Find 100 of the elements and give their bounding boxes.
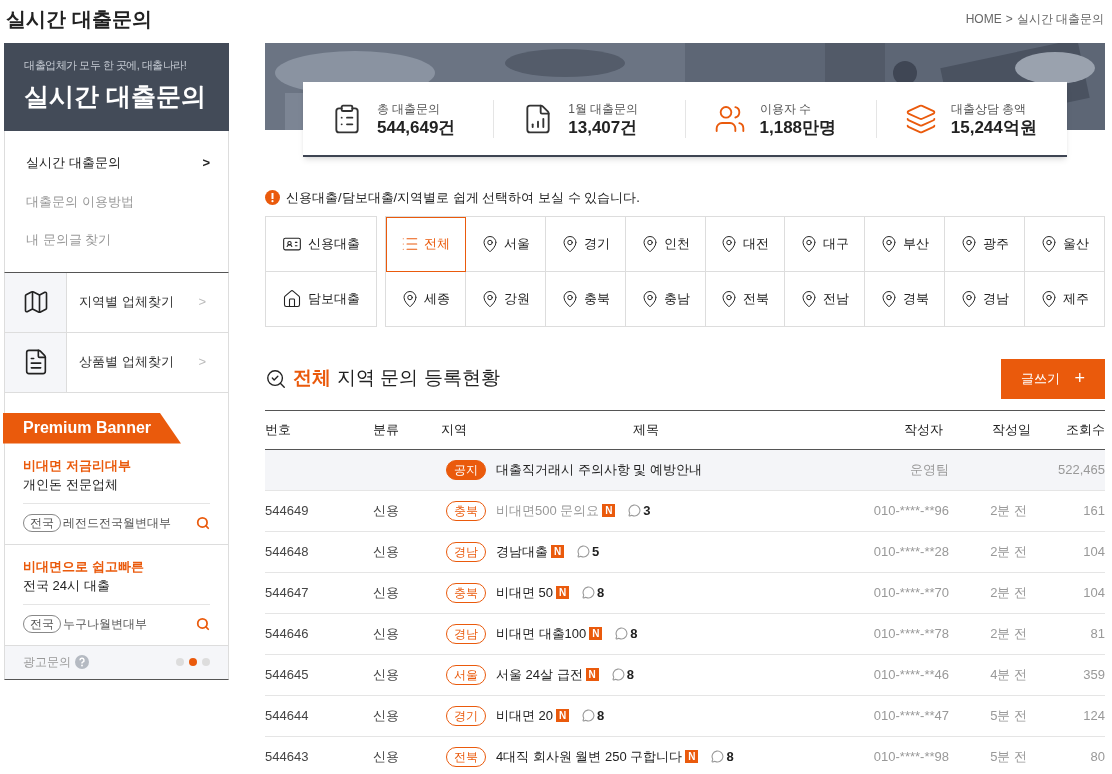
region-tab[interactable]: 경기 bbox=[545, 216, 626, 272]
region-tab[interactable]: 충북 bbox=[545, 271, 626, 327]
new-badge: N bbox=[551, 545, 564, 558]
post-title[interactable]: 비대면 50 bbox=[496, 582, 554, 603]
author-cell-text: 010-****-**46 bbox=[872, 665, 950, 684]
views-cell-text: 161 bbox=[1082, 501, 1105, 520]
help-icon[interactable] bbox=[75, 655, 89, 669]
stat-value: 15,244억원 bbox=[950, 117, 1037, 138]
author-cell-text: 010-****-**78 bbox=[872, 624, 950, 643]
region-tab[interactable]: 경북 bbox=[865, 271, 946, 327]
comment-count: 8 bbox=[626, 665, 634, 684]
map-pin-icon bbox=[800, 234, 819, 253]
number-cell-text: 544644 bbox=[265, 706, 310, 725]
map-pin-icon bbox=[800, 289, 819, 308]
region-tab[interactable]: 광주 bbox=[945, 216, 1026, 272]
number-cell-text: 544649 bbox=[265, 501, 310, 520]
date-cell-text: 5분 전 bbox=[989, 706, 1028, 725]
finder-link[interactable]: 상품별 업체찾기 > bbox=[5, 332, 228, 393]
region-tab[interactable]: 부산 bbox=[865, 216, 946, 272]
breadcrumb-current: 실시간 대출문의 bbox=[1016, 11, 1104, 28]
category-cell-text: 신용 bbox=[372, 624, 400, 643]
region-tab[interactable]: 대구 bbox=[785, 216, 866, 272]
region-tab[interactable]: 전남 bbox=[785, 271, 866, 327]
author-cell-text: 010-****-**47 bbox=[872, 706, 950, 725]
category-cell-text: 신용 bbox=[372, 665, 400, 684]
column-header: 제목 bbox=[631, 420, 660, 439]
map-pin-icon bbox=[560, 289, 579, 308]
board-title: 지역 문의 등록현황 bbox=[337, 366, 500, 391]
comment-count: 8 bbox=[597, 706, 605, 725]
comment-count: 8 bbox=[726, 747, 734, 766]
map-pin-icon bbox=[560, 234, 579, 253]
region-tab[interactable]: 전체 bbox=[386, 216, 466, 272]
column-header: 지역 bbox=[439, 420, 468, 439]
views-cell-text: 80 bbox=[1089, 747, 1105, 766]
sidebar-tagline: 대출업체가 모두 한 곳에, 대출나라! bbox=[24, 58, 188, 73]
search-icon[interactable] bbox=[196, 515, 210, 530]
comment-count: 3 bbox=[643, 501, 651, 520]
post-title[interactable]: 대출직거래시 주의사항 및 예방안내 bbox=[496, 459, 702, 480]
comment-icon bbox=[577, 545, 590, 558]
ad-headline[interactable]: 비대면 저금리대부 bbox=[23, 455, 210, 475]
author-cell-text: 010-****-**98 bbox=[872, 747, 950, 766]
region-tab[interactable]: 충남 bbox=[625, 271, 706, 327]
date-cell-text: 5분 전 bbox=[989, 747, 1028, 766]
ad-company: 누구나월변대부 bbox=[63, 615, 148, 633]
ad-headline[interactable]: 비대면으로 쉽고빠른 bbox=[23, 556, 210, 576]
loan-type-tab[interactable]: 담보대출 bbox=[266, 271, 377, 327]
date-cell-text: 4분 전 bbox=[989, 665, 1028, 684]
comment-count: 8 bbox=[597, 583, 605, 602]
region-tab[interactable]: 대전 bbox=[705, 216, 786, 272]
date-cell-text: 2분 전 bbox=[989, 583, 1028, 602]
comment-icon bbox=[615, 627, 629, 640]
number-cell-text: 544646 bbox=[265, 624, 310, 643]
region-tab[interactable]: 강원 bbox=[465, 271, 546, 327]
sidebar-menu-item[interactable]: 실시간 대출문의 > bbox=[5, 153, 228, 173]
post-title[interactable]: 서울 24살 급전 bbox=[496, 664, 583, 685]
post-title[interactable]: 4대직 회사원 월변 250 구합니다 bbox=[496, 746, 683, 767]
breadcrumb-link[interactable]: HOME bbox=[965, 10, 1002, 28]
alert-icon bbox=[265, 190, 280, 206]
new-badge: N bbox=[556, 709, 570, 722]
region-tab[interactable]: 경남 bbox=[945, 271, 1026, 327]
page-title: 실시간 대출문의 bbox=[6, 7, 152, 32]
loan-type-tab[interactable]: 신용대출 bbox=[266, 216, 377, 272]
map-pin-icon bbox=[880, 234, 899, 253]
comment-count: 8 bbox=[630, 624, 638, 643]
map-pin-icon bbox=[720, 234, 739, 253]
stack-icon bbox=[904, 102, 937, 135]
map-pin-icon bbox=[480, 289, 499, 308]
write-button[interactable]: 글쓰기 + bbox=[1001, 358, 1105, 399]
region-tab[interactable]: 전북 bbox=[705, 271, 786, 327]
column-header: 작성일 bbox=[991, 420, 1032, 439]
region-tab[interactable]: 서울 bbox=[465, 216, 546, 272]
category-cell-text: 신용 bbox=[372, 706, 400, 725]
date-cell-text: 2분 전 bbox=[989, 501, 1028, 520]
author-cell-text: 운영팀 bbox=[909, 460, 950, 479]
date-cell-text: 2분 전 bbox=[989, 624, 1028, 643]
views-cell-text: 81 bbox=[1089, 624, 1105, 643]
new-badge: N bbox=[602, 504, 616, 517]
region-tab[interactable]: 울산 bbox=[1025, 216, 1105, 272]
stat-value: 13,407건 bbox=[568, 117, 639, 138]
finder-link[interactable]: 지역별 업체찾기 > bbox=[5, 272, 228, 333]
map-pin-icon bbox=[640, 234, 659, 253]
ad-company: 레전드전국월변대부 bbox=[63, 514, 172, 532]
map-pin-icon bbox=[960, 289, 979, 308]
region-tab[interactable]: 제주 bbox=[1025, 271, 1105, 327]
stat-label: 1월 대출문의 bbox=[568, 100, 639, 118]
post-title[interactable]: 경남대출 bbox=[496, 541, 548, 562]
stat-label: 이용자 수 bbox=[759, 100, 812, 118]
views-cell-text: 104 bbox=[1082, 542, 1105, 561]
stat-label: 대출상담 총액 bbox=[950, 100, 1028, 118]
search-icon[interactable] bbox=[196, 616, 210, 631]
stat-label: 총 대출문의 bbox=[377, 100, 442, 118]
new-badge: N bbox=[556, 586, 570, 599]
post-title[interactable]: 비대면 20 bbox=[496, 705, 554, 726]
post-title[interactable]: 비대면 대출100 bbox=[496, 623, 587, 644]
stat-value: 1,188만명 bbox=[759, 117, 837, 138]
comment-icon bbox=[582, 709, 596, 722]
new-badge: N bbox=[685, 750, 699, 763]
notice-text: 신용대출/담보대출/지역별로 쉽게 선택하여 보실 수 있습니다. bbox=[286, 189, 640, 207]
region-tab[interactable]: 인천 bbox=[625, 216, 706, 272]
region-tab[interactable]: 세종 bbox=[386, 271, 466, 327]
